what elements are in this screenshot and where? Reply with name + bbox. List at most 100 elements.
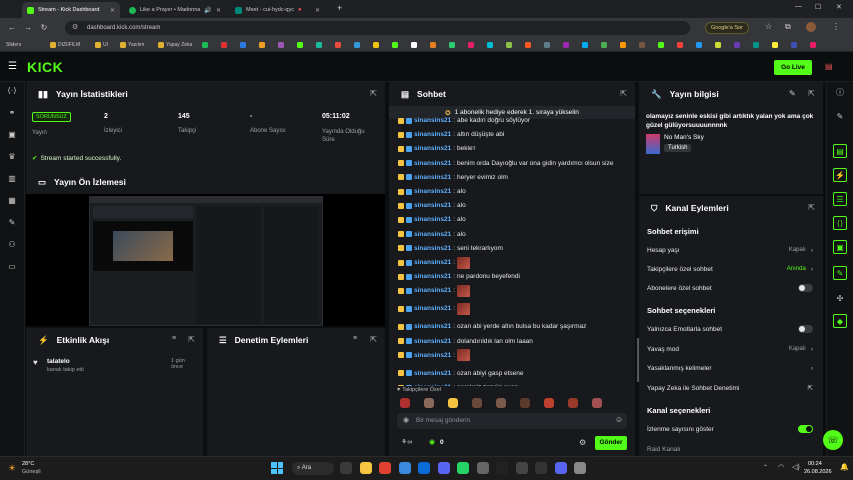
info-icon[interactable]: ⓘ	[833, 86, 847, 100]
chat-username[interactable]: sinansins21	[414, 245, 451, 252]
chat-username[interactable]: sinansins21	[414, 202, 451, 209]
bookmark-shortcut-icon[interactable]	[620, 42, 626, 48]
bookmark-shortcut-icon[interactable]	[259, 42, 265, 48]
tab-kick-dashboard[interactable]: Stream - Kick Dashboard ✕	[22, 2, 120, 18]
taskbar-app-icon[interactable]	[418, 462, 430, 474]
mod-icon[interactable]: ✣	[833, 292, 847, 306]
chat-username[interactable]: sinansins21	[414, 174, 451, 181]
taskbar-app-icon[interactable]	[574, 462, 586, 474]
account-age-row[interactable]: Hesap yaşı Kapalı ›	[647, 243, 813, 257]
chat-username[interactable]: sinansins21	[414, 259, 451, 266]
dashboard-widget-icon[interactable]: ▤	[833, 144, 847, 158]
emotes-only-toggle[interactable]	[798, 325, 813, 333]
chat-username[interactable]: sinansins21	[414, 273, 451, 280]
chat-username[interactable]: sinansins21	[414, 145, 451, 152]
go-live-button[interactable]: Go Live	[774, 60, 812, 75]
taskbar-app-icon[interactable]	[476, 462, 489, 474]
activity-user[interactable]: talatelo	[47, 358, 70, 365]
taskbar-app-icon[interactable]	[437, 462, 450, 474]
stream-widget-icon[interactable]: ⟨⟩	[833, 216, 847, 230]
tab-spotify[interactable]: Like a Prayer • Madonna 🔊 ✕	[124, 2, 226, 18]
bookmark-shortcut-icon[interactable]	[202, 42, 208, 48]
raid-row[interactable]: Raid Kanalı	[647, 442, 813, 456]
bookmark-ui[interactable]: UI	[95, 40, 108, 50]
bookmark-yapay-zeka[interactable]: Yapay Zeka	[158, 40, 192, 50]
chat-username[interactable]: sinansins21	[414, 188, 451, 195]
extensions-icon[interactable]: ⧉	[785, 22, 791, 32]
emoji-icon[interactable]: ☺	[615, 415, 623, 424]
taskbar-app-icon[interactable]	[379, 462, 391, 474]
popout-icon[interactable]: ⇱	[808, 89, 815, 98]
bookmark-shortcut-icon[interactable]	[392, 42, 398, 48]
chat-username[interactable]: sinansins21	[414, 323, 451, 330]
taskbar-search[interactable]: ⌕ Ara	[292, 462, 334, 475]
bookmark-shortcut-icon[interactable]	[772, 42, 778, 48]
bookmark-shortcut-icon[interactable]	[753, 42, 759, 48]
clock-time[interactable]: 00:24	[808, 461, 822, 467]
bookmark-shortcut-icon[interactable]	[582, 42, 588, 48]
emote-icon[interactable]	[544, 398, 554, 408]
emote-icon[interactable]	[424, 398, 434, 408]
chat-username[interactable]: sinansins21	[414, 287, 451, 294]
bookmark-shortcut-icon[interactable]	[677, 42, 683, 48]
taskbar-app-icon[interactable]	[496, 462, 508, 474]
followers-chat-row[interactable]: Takipçilere özel sohbet Anında ›	[647, 262, 813, 276]
speaker-icon[interactable]: 🔊	[204, 7, 211, 14]
emote-icon[interactable]	[520, 398, 530, 408]
bookmark-shortcut-icon[interactable]	[810, 42, 816, 48]
bookmark-sliders[interactable]: Sliders	[6, 40, 21, 50]
bookmark-yazilim[interactable]: Yazılım	[120, 40, 144, 50]
bookmark-shortcut-icon[interactable]	[715, 42, 721, 48]
bookmark-shortcut-icon[interactable]	[297, 42, 303, 48]
chat-input[interactable]: ◉ Bir mesaj gönderin ☺	[397, 413, 627, 429]
bookmark-shortcut-icon[interactable]	[468, 42, 474, 48]
new-tab-icon[interactable]: +	[337, 3, 342, 13]
minimize-icon[interactable]: —	[795, 3, 802, 10]
game-name[interactable]: No Man's Sky	[664, 134, 704, 141]
bookmark-shortcut-icon[interactable]	[278, 42, 284, 48]
bolt-widget-icon[interactable]: ⚡	[833, 168, 847, 182]
bookmark-shortcut-icon[interactable]	[791, 42, 797, 48]
library-icon[interactable]: ▥	[5, 172, 19, 186]
banned-words-row[interactable]: Yasaklanmış kelimeler ›	[647, 361, 813, 375]
settings-gear-icon[interactable]: ⚙	[579, 438, 586, 447]
video-icon[interactable]: ▣	[5, 128, 19, 142]
bookmark-shortcut-icon[interactable]	[240, 42, 246, 48]
stream-icon[interactable]: ⟨·⟩	[5, 84, 19, 98]
close-icon[interactable]: ✕	[315, 7, 320, 14]
emote-icon[interactable]	[496, 398, 506, 408]
emote-icon[interactable]	[400, 398, 410, 408]
bookmark-shortcut-icon[interactable]	[449, 42, 455, 48]
taskbar-app-icon[interactable]	[515, 462, 528, 474]
popout-icon[interactable]: ⇱	[620, 89, 627, 98]
bookmark-shortcut-icon[interactable]	[430, 42, 436, 48]
windows-start-icon[interactable]	[271, 462, 283, 474]
bookmark-shortcut-icon[interactable]	[639, 42, 645, 48]
menu-dots-icon[interactable]: ⋮	[832, 22, 840, 31]
analytics-icon[interactable]: ▦	[5, 194, 19, 208]
bookmark-shortcut-icon[interactable]	[734, 42, 740, 48]
chat-username[interactable]: sinansins21	[414, 384, 451, 386]
window-close-icon[interactable]: ✕	[836, 3, 842, 11]
forward-icon[interactable]: →	[22, 22, 34, 34]
chat-username[interactable]: sinansins21	[414, 216, 451, 223]
maximize-icon[interactable]: ☐	[815, 3, 821, 11]
taskbar-app-icon[interactable]	[457, 462, 469, 474]
bookmark-shortcut-icon[interactable]	[544, 42, 550, 48]
show-viewers-toggle[interactable]	[798, 425, 813, 433]
site-info-icon[interactable]: ⚙	[72, 23, 78, 31]
bookmark-shortcut-icon[interactable]	[411, 42, 417, 48]
google-ask-button[interactable]: Google'a Sor	[705, 22, 749, 34]
community-icon[interactable]: ⚇	[5, 238, 19, 252]
chat-username[interactable]: sinansins21	[414, 117, 451, 124]
popout-icon[interactable]: ⇱	[370, 89, 377, 98]
wifi-icon[interactable]: ◠	[778, 463, 784, 471]
bookmark-shortcut-icon[interactable]	[335, 42, 341, 48]
emote-icon[interactable]	[472, 398, 482, 408]
taskbar-app-icon[interactable]	[359, 462, 372, 474]
taskbar-app-icon[interactable]	[398, 462, 411, 474]
reload-icon[interactable]: ↻	[38, 22, 50, 34]
bookmark-shortcut-icon[interactable]	[658, 42, 664, 48]
pencil-icon[interactable]: ✎	[833, 110, 847, 124]
reward-icon[interactable]: ⚘∞	[401, 438, 412, 446]
